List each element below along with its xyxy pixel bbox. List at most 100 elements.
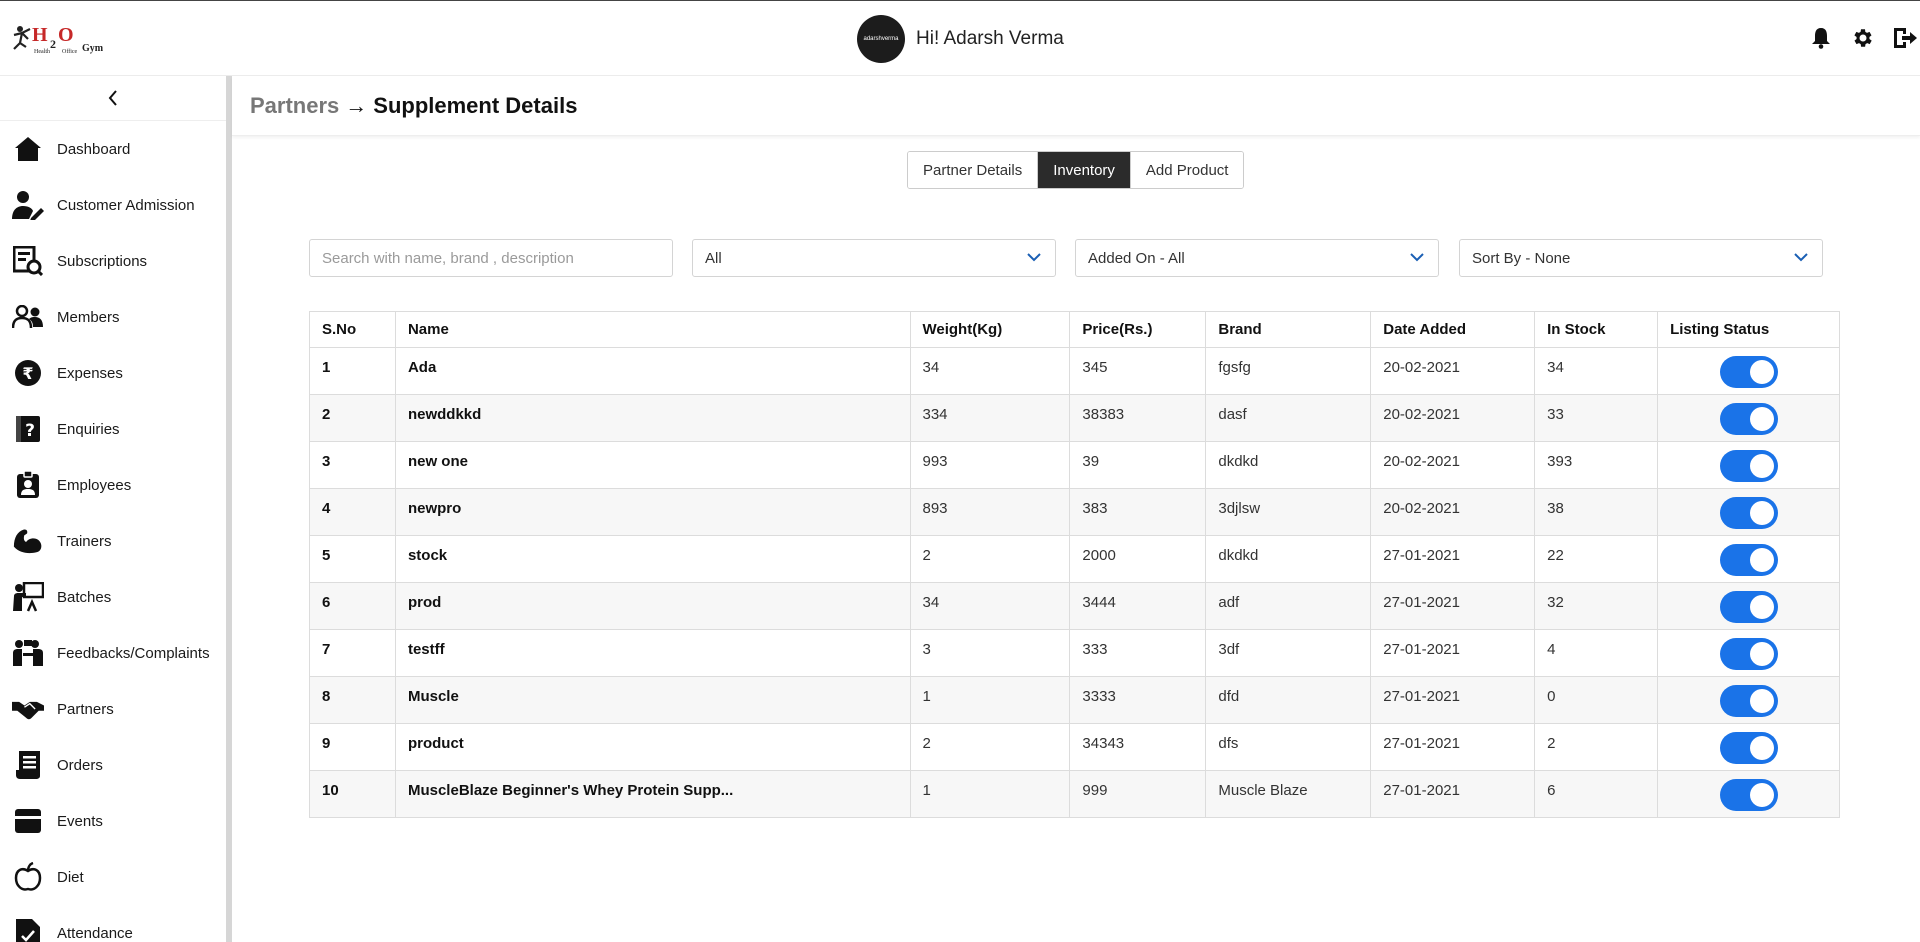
gear-icon[interactable] [1850, 25, 1876, 51]
sidebar-item-label: Members [57, 308, 120, 326]
sidebar-item-enquiries[interactable]: ? Enquiries [0, 401, 226, 457]
column-header[interactable]: Weight(Kg) [909, 311, 1071, 348]
svg-text:Office: Office [62, 48, 78, 55]
cell-price: 333 [1069, 629, 1207, 677]
tab-group: Partner Details Inventory Add Product [907, 151, 1245, 189]
sidebar-item-dashboard[interactable]: Dashboard [0, 121, 226, 177]
cell-price: 383 [1069, 488, 1207, 536]
cell-sno: 6 [309, 582, 396, 630]
table-row[interactable]: 6 prod 34 3444 adf 27-01-2021 32 [309, 582, 1840, 630]
sidebar-item-events[interactable]: Events [0, 793, 226, 849]
listing-status-toggle[interactable] [1719, 450, 1778, 482]
sidebar-item-expenses[interactable]: ₹ Expenses [0, 345, 226, 401]
column-header[interactable]: S.No [309, 311, 396, 348]
cell-listing-status [1657, 676, 1840, 724]
tab-inventory[interactable]: Inventory [1038, 152, 1131, 188]
table-row[interactable]: 9 product 2 34343 dfs 27-01-2021 2 [309, 723, 1840, 771]
sidebar-item-batches[interactable]: Batches [0, 569, 226, 625]
sidebar-item-attendance[interactable]: Attendance [0, 905, 226, 942]
column-header[interactable]: Date Added [1370, 311, 1536, 348]
cell-brand: dfd [1205, 676, 1372, 724]
listing-status-toggle[interactable] [1719, 638, 1778, 670]
cell-name: newddkkd [394, 394, 911, 442]
handshake-icon [12, 693, 44, 725]
table-row[interactable]: 3 new one 993 39 dkdkd 20-02-2021 393 [309, 441, 1840, 489]
logout-icon[interactable] [1892, 25, 1918, 51]
sidebar-item-members[interactable]: Members [0, 289, 226, 345]
cell-sno: 4 [309, 488, 396, 536]
column-header[interactable]: Brand [1205, 311, 1372, 348]
listing-status-toggle[interactable] [1719, 544, 1778, 576]
table-row[interactable]: 8 Muscle 1 3333 dfd 27-01-2021 0 [309, 676, 1840, 724]
avatar[interactable]: adarshverma [857, 15, 905, 63]
search-input[interactable] [309, 239, 673, 277]
sidebar-item-subscriptions[interactable]: Subscriptions [0, 233, 226, 289]
sidebar-item-diet[interactable]: Diet [0, 849, 226, 905]
table-row[interactable]: 2 newddkkd 334 38383 dasf 20-02-2021 33 [309, 394, 1840, 442]
sidebar-item-partners[interactable]: Partners [0, 681, 226, 737]
cell-date-added: 27-01-2021 [1370, 582, 1536, 630]
sidebar-item-feedbacks-complaints[interactable]: Feedbacks/Complaints [0, 625, 226, 681]
collapse-sidebar-button[interactable] [0, 76, 226, 121]
cell-date-added: 27-01-2021 [1370, 723, 1536, 771]
listing-status-toggle[interactable] [1719, 685, 1778, 717]
listing-status-toggle[interactable] [1719, 732, 1778, 764]
cell-sno: 3 [309, 441, 396, 489]
cell-price: 34343 [1069, 723, 1207, 771]
breadcrumb-partners[interactable]: Partners [250, 93, 339, 119]
sidebar-item-trainers[interactable]: Trainers [0, 513, 226, 569]
cell-date-added: 20-02-2021 [1370, 441, 1536, 489]
svg-text:2: 2 [50, 37, 56, 51]
cell-in-stock: 6 [1534, 770, 1659, 818]
listing-status-toggle[interactable] [1719, 403, 1778, 435]
cell-brand: dasf [1205, 394, 1372, 442]
cell-sno: 9 [309, 723, 396, 771]
column-header[interactable]: Listing Status [1657, 311, 1840, 348]
cell-brand: adf [1205, 582, 1372, 630]
cell-weight: 2 [909, 535, 1071, 583]
category-select[interactable]: All [692, 239, 1056, 277]
added-on-select[interactable]: Added On - All [1075, 239, 1439, 277]
toggle-knob [1749, 736, 1774, 760]
cell-in-stock: 38 [1534, 488, 1659, 536]
column-header[interactable]: In Stock [1534, 311, 1659, 348]
column-header[interactable]: Name [394, 311, 911, 348]
cell-price: 3333 [1069, 676, 1207, 724]
cell-price: 38383 [1069, 394, 1207, 442]
tab-add-product[interactable]: Add Product [1130, 152, 1244, 188]
sidebar-item-label: Employees [57, 476, 132, 494]
bell-icon[interactable] [1808, 25, 1834, 51]
cell-date-added: 27-01-2021 [1370, 535, 1536, 583]
table-row[interactable]: 1 Ada 34 345 fgsfg 20-02-2021 34 [309, 347, 1840, 395]
cell-price: 999 [1069, 770, 1207, 818]
listing-status-toggle[interactable] [1719, 356, 1778, 388]
user-greeting-area: adarshverma Hi! Adarsh Verma [857, 15, 1064, 63]
members-icon [12, 301, 44, 333]
sort-by-select[interactable]: Sort By - None [1459, 239, 1823, 277]
toggle-knob [1749, 407, 1774, 431]
filter-bar: All Added On - All Sort By - None [309, 239, 1823, 277]
column-header[interactable]: Price(Rs.) [1069, 311, 1207, 348]
table-row[interactable]: 10 MuscleBlaze Beginner's Whey Protein S… [309, 770, 1840, 818]
sidebar-item-employees[interactable]: Employees [0, 457, 226, 513]
apple-icon [12, 861, 44, 893]
table-row[interactable]: 4 newpro 893 383 3djlsw 20-02-2021 38 [309, 488, 1840, 536]
top-bar: H 2 O Health Office Gym adarshverma Hi! … [0, 0, 1920, 76]
sidebar-item-orders[interactable]: Orders [0, 737, 226, 793]
cell-sno: 5 [309, 535, 396, 583]
chevron-down-icon [1027, 253, 1041, 262]
toggle-knob [1749, 548, 1774, 572]
svg-text:H: H [32, 24, 48, 46]
table-row[interactable]: 5 stock 2 2000 dkdkd 27-01-2021 22 [309, 535, 1840, 583]
cell-weight: 1 [909, 676, 1071, 724]
listing-status-toggle[interactable] [1719, 497, 1778, 529]
tab-partner-details[interactable]: Partner Details [908, 152, 1039, 188]
sidebar-item-customer-admission[interactable]: Customer Admission [0, 177, 226, 233]
listing-status-toggle[interactable] [1719, 591, 1778, 623]
gym-logo[interactable]: H 2 O Health Office Gym [10, 21, 120, 59]
cell-weight: 34 [909, 582, 1071, 630]
cell-brand: dkdkd [1205, 441, 1372, 489]
table-row[interactable]: 7 testff 3 333 3df 27-01-2021 4 [309, 629, 1840, 677]
cell-in-stock: 393 [1534, 441, 1659, 489]
listing-status-toggle[interactable] [1719, 779, 1778, 811]
